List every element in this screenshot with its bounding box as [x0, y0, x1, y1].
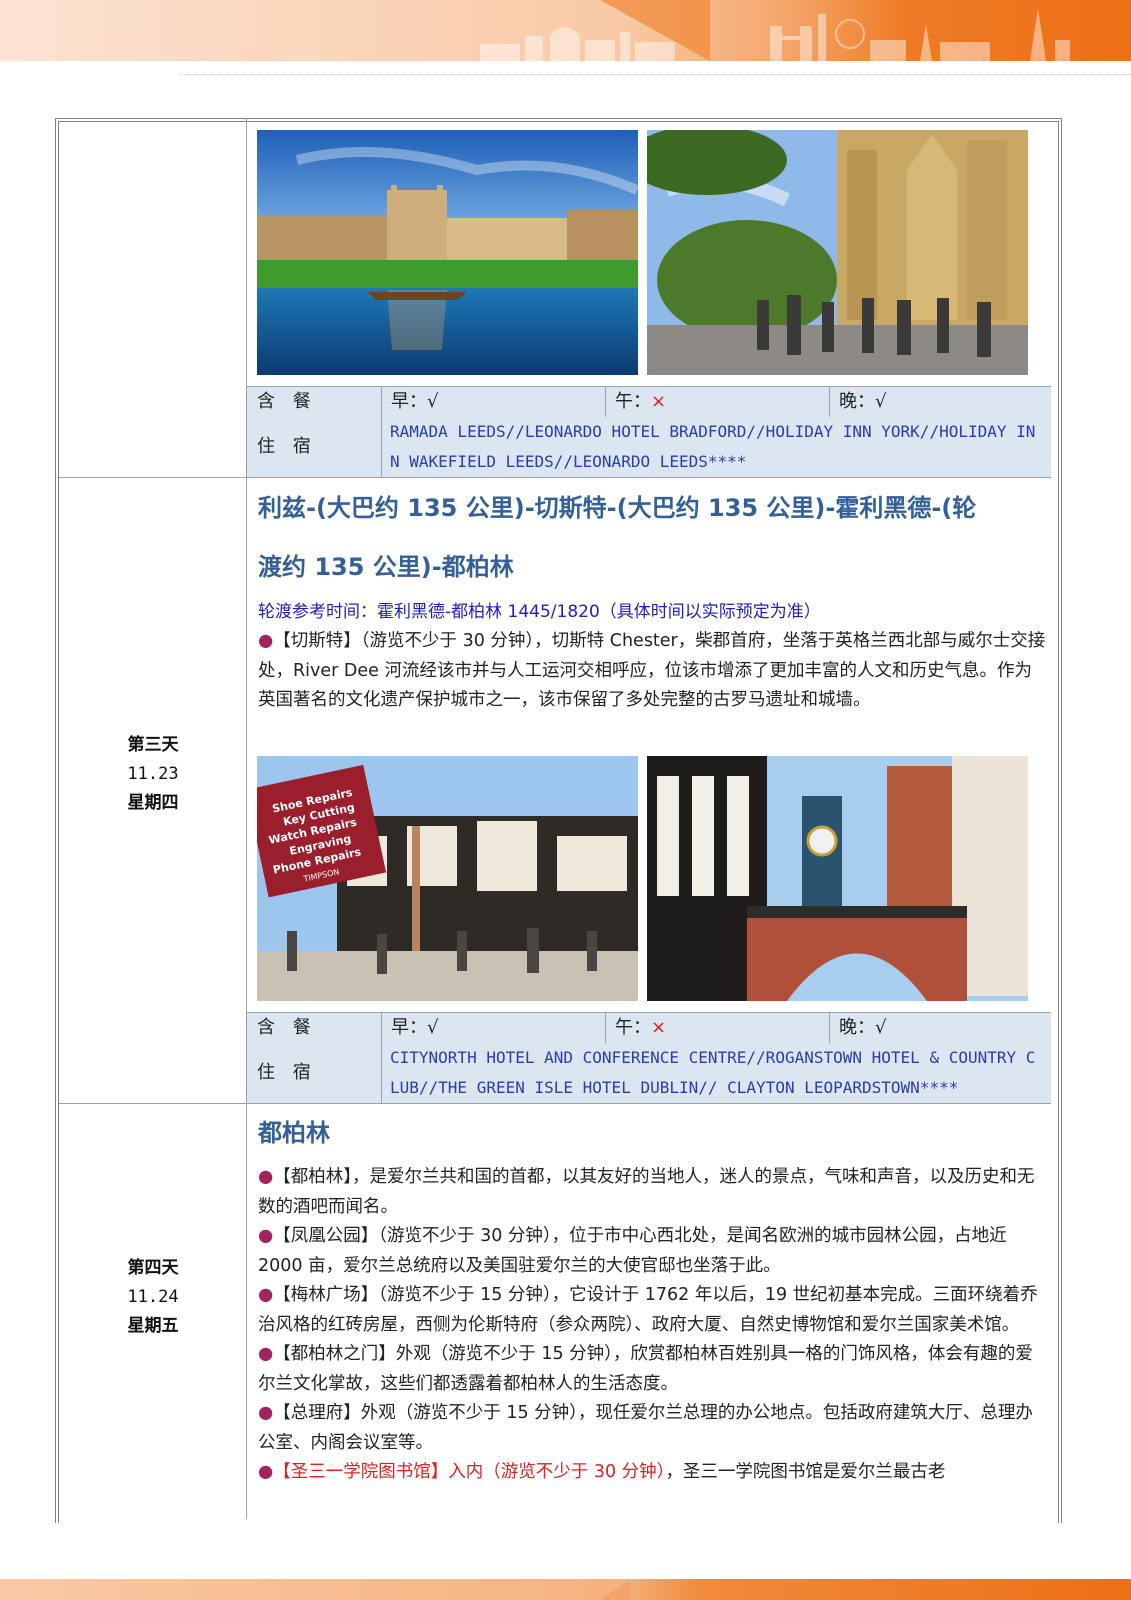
photo-york-minster	[647, 130, 1028, 375]
trinity-library-highlight: 【圣三一学院图书馆】入内（游览不少于 30 分钟）	[273, 1462, 666, 1482]
day4-attractions: ●【都柏林】，是爱尔兰共和国的首都，以其友好的当地人，迷人的景点，气味和声音，以…	[258, 1163, 1048, 1488]
meals-row-day3: 含 餐 早：√ 午：× 晚：√	[247, 1012, 1051, 1044]
day-weekday: 星期四	[127, 793, 179, 813]
day-date: 11.24	[127, 1287, 179, 1307]
attraction-item: ●【凤凰公园】（游览不少于 30 分钟），位于市中心西北处，是闻名欧洲的城市园林…	[258, 1226, 1007, 1276]
attraction-item: ●【梅林广场】（游览不少于 15 分钟），它设计于 1762 年以后，19 世纪…	[258, 1285, 1038, 1335]
cross-mark: ×	[651, 391, 667, 412]
route-title-day3: 利兹-(大巴约 135 公里)-切斯特-(大巴约 135 公里)-霍利黑德-(轮…	[258, 494, 977, 581]
dinner-cell: 晚：√	[839, 1017, 887, 1038]
photo-eastgate-clock	[647, 756, 1028, 1001]
attraction-item: ●【圣三一学院图书馆】入内（游览不少于 30 分钟），圣三一学院图书馆是爱尔兰最…	[258, 1462, 946, 1482]
bullet-icon: ●	[258, 1167, 274, 1187]
bullet-icon: ●	[258, 1226, 274, 1246]
lunch-cell: 午：×	[615, 1017, 667, 1038]
day-weekday: 星期五	[127, 1316, 179, 1336]
skyline-illustration	[480, 8, 1070, 61]
bullet-icon: ●	[258, 631, 274, 651]
header-dotted-rule	[180, 74, 1131, 75]
ferry-note: 轮渡参考时间：霍利黑德-都柏林 1445/1820（具体时间以实际预定为准）	[258, 602, 821, 622]
hotel-row-day2: 住 宿 RAMADA LEEDS//LEONARDO HOTEL BRADFOR…	[247, 417, 1051, 478]
attraction-item: ●【都柏林之门】外观（游览不少于 15 分钟），欣赏都柏林百姓别具一格的门饰风格…	[258, 1344, 1033, 1394]
photo-chester-street: Shoe Repairs Key Cutting Watch Repairs E…	[257, 756, 638, 1001]
bullet-icon: ●	[258, 1403, 274, 1423]
day-date: 11.23	[127, 764, 179, 784]
hotel-list: CITYNORTH HOTEL AND CONFERENCE CENTRE//R…	[390, 1048, 1036, 1097]
chester-description: ●【切斯特】（游览不少于 30 分钟），切斯特 Chester，柴郡首府，坐落于…	[258, 631, 1046, 710]
day3-label: 第三天 11.23 星期四	[60, 731, 246, 818]
hotel-row-day3: 住 宿 CITYNORTH HOTEL AND CONFERENCE CENTR…	[247, 1043, 1051, 1104]
dinner-cell: 晚：√	[839, 391, 887, 412]
row-divider	[59, 477, 1050, 478]
day-column-divider	[246, 118, 247, 1519]
cross-mark: ×	[651, 1017, 667, 1038]
bullet-icon: ●	[258, 1462, 274, 1482]
day-number: 第四天	[127, 1258, 179, 1278]
photo-kings-college-cambridge	[257, 130, 638, 375]
hotel-label: 住 宿	[257, 436, 317, 457]
lunch-cell: 午：×	[615, 391, 667, 412]
day4-label: 第四天 11.24 星期五	[60, 1254, 246, 1341]
row-divider	[59, 1103, 1050, 1104]
meals-label: 含 餐	[257, 1017, 317, 1038]
bullet-icon: ●	[258, 1285, 274, 1305]
day-number: 第三天	[127, 735, 179, 755]
bullet-icon: ●	[258, 1344, 274, 1364]
meals-row-day2: 含 餐 早：√ 午：× 晚：√	[247, 386, 1051, 418]
day4-title: 都柏林	[258, 1119, 330, 1147]
footer-bar	[0, 1579, 1131, 1600]
breakfast-cell: 早：√	[391, 391, 439, 412]
attraction-item: ●【都柏林】，是爱尔兰共和国的首都，以其友好的当地人，迷人的景点，气味和声音，以…	[258, 1167, 1035, 1217]
breakfast-cell: 早：√	[391, 1017, 439, 1038]
meals-label: 含 餐	[257, 391, 317, 412]
hotel-list: RAMADA LEEDS//LEONARDO HOTEL BRADFORD//H…	[390, 422, 1036, 471]
hotel-label: 住 宿	[257, 1062, 317, 1083]
attraction-item: ●【总理府】外观（游览不少于 15 分钟），现任爱尔兰总理的办公地点。包括政府建…	[258, 1403, 1033, 1453]
header-banner	[0, 0, 1131, 61]
